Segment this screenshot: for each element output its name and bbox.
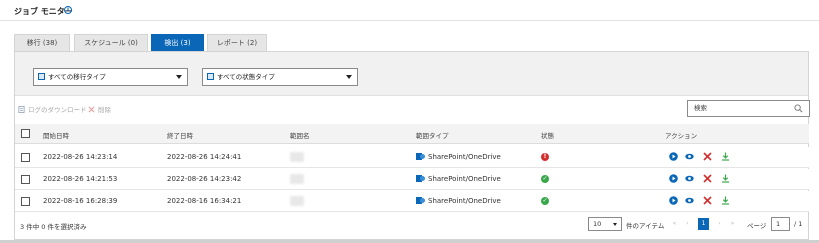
current-page-button[interactable]: 1: [698, 218, 709, 230]
tab-discovery[interactable]: 検出 (3): [151, 34, 204, 51]
scope-type: SharePoint/OneDrive: [428, 197, 501, 205]
migration-type-value: すべての移行タイプ: [48, 73, 106, 81]
play-icon[interactable]: [669, 152, 678, 161]
status-type-select[interactable]: すべての状態タイプ: [202, 68, 358, 86]
end-time: 2022-08-26 14:24:41: [167, 153, 242, 161]
next-page-button[interactable]: ›: [714, 218, 725, 230]
scope-type: SharePoint/OneDrive: [428, 175, 501, 183]
success-status-icon: ✓: [541, 175, 549, 183]
download-icon[interactable]: [721, 196, 730, 205]
column-start-time: 開始日時: [43, 132, 69, 140]
search-icon[interactable]: [794, 104, 803, 113]
status-type-value: すべての状態タイプ: [217, 73, 275, 81]
download-icon[interactable]: [721, 152, 730, 161]
first-page-button[interactable]: «: [669, 218, 680, 230]
error-status-icon: !: [541, 153, 549, 161]
table-header: 開始日時 終了日時 範囲名 範囲タイプ 状態 アクション: [15, 124, 809, 144]
tab-migration[interactable]: 移行 (38): [14, 34, 70, 51]
sharepoint-icon: [416, 153, 425, 160]
sharepoint-icon: [416, 197, 425, 204]
view-icon[interactable]: [685, 152, 694, 161]
column-status: 状態: [541, 132, 554, 140]
chevron-down-icon: [346, 75, 352, 79]
last-page-button[interactable]: »: [727, 218, 738, 230]
end-time: 2022-08-16 16:34:21: [167, 197, 242, 205]
row-checkbox[interactable]: [21, 197, 30, 206]
filter-bar: すべての移行タイプ すべての状態タイプ: [15, 52, 808, 96]
start-time: 2022-08-26 14:23:14: [43, 153, 118, 161]
page-size-value: 10: [593, 220, 602, 228]
table-footer: 3 件中 0 件を選択済み 10 件のアイテム « ‹ 1 › » ページ 1 …: [15, 214, 809, 236]
column-actions: アクション: [665, 132, 698, 140]
filter-icon: [207, 73, 214, 80]
table-row[interactable]: 2022-08-26 14:23:14 2022-08-26 14:24:41 …: [15, 147, 809, 168]
play-icon[interactable]: [669, 174, 678, 183]
search-input[interactable]: 検索: [687, 100, 810, 117]
info-icon[interactable]: i: [64, 6, 72, 14]
selection-count: 3 件中 0 件を選択済み: [20, 223, 87, 231]
top-bar: ジョブ モニター i: [0, 0, 819, 21]
items-per-page-label: 件のアイテム: [626, 222, 665, 230]
row-checkbox[interactable]: [21, 175, 30, 184]
search-placeholder: 検索: [694, 104, 707, 112]
page-label: ページ: [747, 222, 767, 230]
select-all-checkbox[interactable]: [21, 129, 30, 138]
page-number-input[interactable]: 1: [771, 217, 790, 231]
scope-type: SharePoint/OneDrive: [428, 153, 501, 161]
document-icon: [18, 106, 25, 113]
column-scope-name: 範囲名: [290, 132, 310, 140]
delete-button[interactable]: 削除: [88, 104, 111, 114]
download-log-label: ログのダウンロード: [28, 106, 87, 114]
play-icon[interactable]: [669, 196, 678, 205]
delete-label: 削除: [98, 106, 111, 114]
end-time: 2022-08-26 14:23:42: [167, 175, 242, 183]
download-log-button[interactable]: ログのダウンロード: [18, 104, 87, 114]
column-end-time: 終了日時: [167, 132, 193, 140]
chevron-down-icon: [613, 223, 617, 226]
row-checkbox[interactable]: [21, 153, 30, 162]
delete-icon[interactable]: [703, 152, 712, 161]
total-pages: / 1: [794, 220, 803, 228]
table-row[interactable]: 2022-08-26 14:21:53 2022-08-26 14:23:42 …: [15, 169, 809, 190]
migration-type-select[interactable]: すべての移行タイプ: [33, 68, 188, 86]
view-icon[interactable]: [685, 174, 694, 183]
prev-page-button[interactable]: ‹: [682, 218, 693, 230]
delete-icon[interactable]: [703, 196, 712, 205]
close-icon: [88, 106, 95, 113]
scope-name-redacted: [290, 196, 304, 206]
table-row[interactable]: 2022-08-16 16:28:39 2022-08-16 16:34:21 …: [15, 191, 809, 212]
scope-name-redacted: [290, 152, 304, 162]
start-time: 2022-08-26 14:21:53: [43, 175, 118, 183]
view-icon[interactable]: [685, 196, 694, 205]
scope-name-redacted: [290, 174, 304, 184]
delete-icon[interactable]: [703, 174, 712, 183]
page-size-select[interactable]: 10: [588, 217, 622, 231]
chevron-down-icon: [176, 75, 182, 79]
column-scope-type: 範囲タイプ: [416, 132, 449, 140]
tab-report[interactable]: レポート (2): [207, 34, 267, 51]
tab-schedule[interactable]: スケジュール (0): [74, 34, 148, 51]
sharepoint-icon: [416, 175, 425, 182]
success-status-icon: ✓: [541, 197, 549, 205]
download-icon[interactable]: [721, 174, 730, 183]
filter-icon: [38, 73, 45, 80]
start-time: 2022-08-16 16:28:39: [43, 197, 118, 205]
